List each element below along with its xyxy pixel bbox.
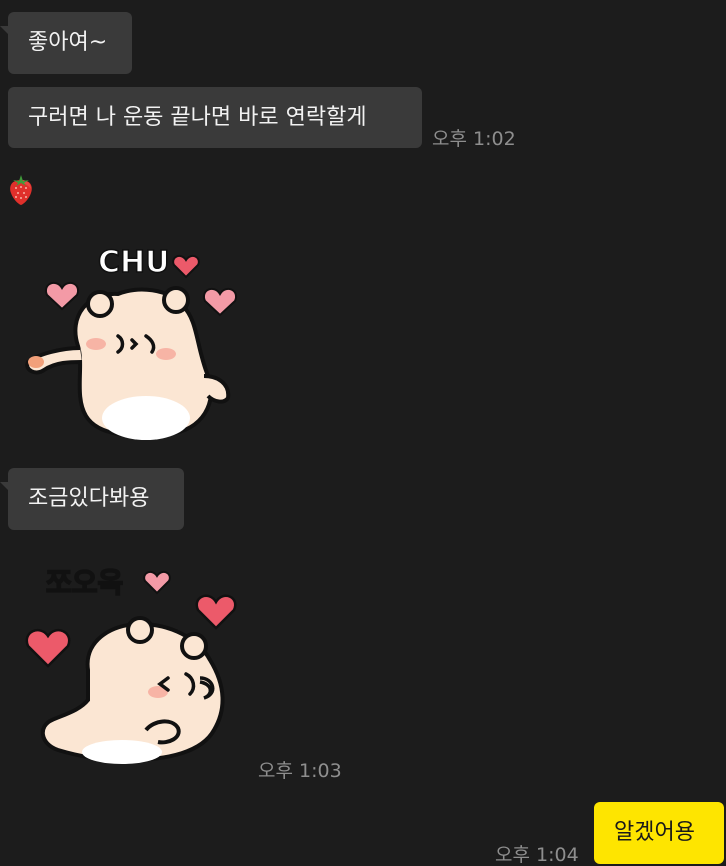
strawberry-icon [10,175,32,205]
incoming-message-bubble[interactable]: 조금있다봐용 [0,468,184,530]
message-text: 구러면 나 운동 끝나면 바로 연락할게 [28,104,367,130]
message-timestamp: 오후 1:04 [495,844,579,866]
sticker-caption: CHU [98,245,169,280]
bear-blowing-kiss-sticker[interactable]: 쪼오옥 [18,560,248,770]
message-text: 조금있다봐용 [28,486,150,511]
message-text: 알겠어용 [614,820,695,845]
message-timestamp: 오후 1:03 [258,760,342,782]
outgoing-message-bubble[interactable]: 알겠어용 [594,802,724,864]
incoming-message-bubble[interactable]: 좋아여~ [0,12,132,74]
message-text: 좋아여~ [28,30,108,55]
sticker-caption: 쪼오옥 [46,566,123,599]
message-timestamp: 오후 1:02 [432,128,516,150]
bear-kiss-sticker[interactable]: CHU [18,236,248,446]
chat-window: 좋아여~ 구러면 나 운동 끝나면 바로 연락할게 오후 1:02 CHU 조금… [0,0,726,866]
incoming-message-bubble[interactable]: 구러면 나 운동 끝나면 바로 연락할게 [8,87,422,148]
